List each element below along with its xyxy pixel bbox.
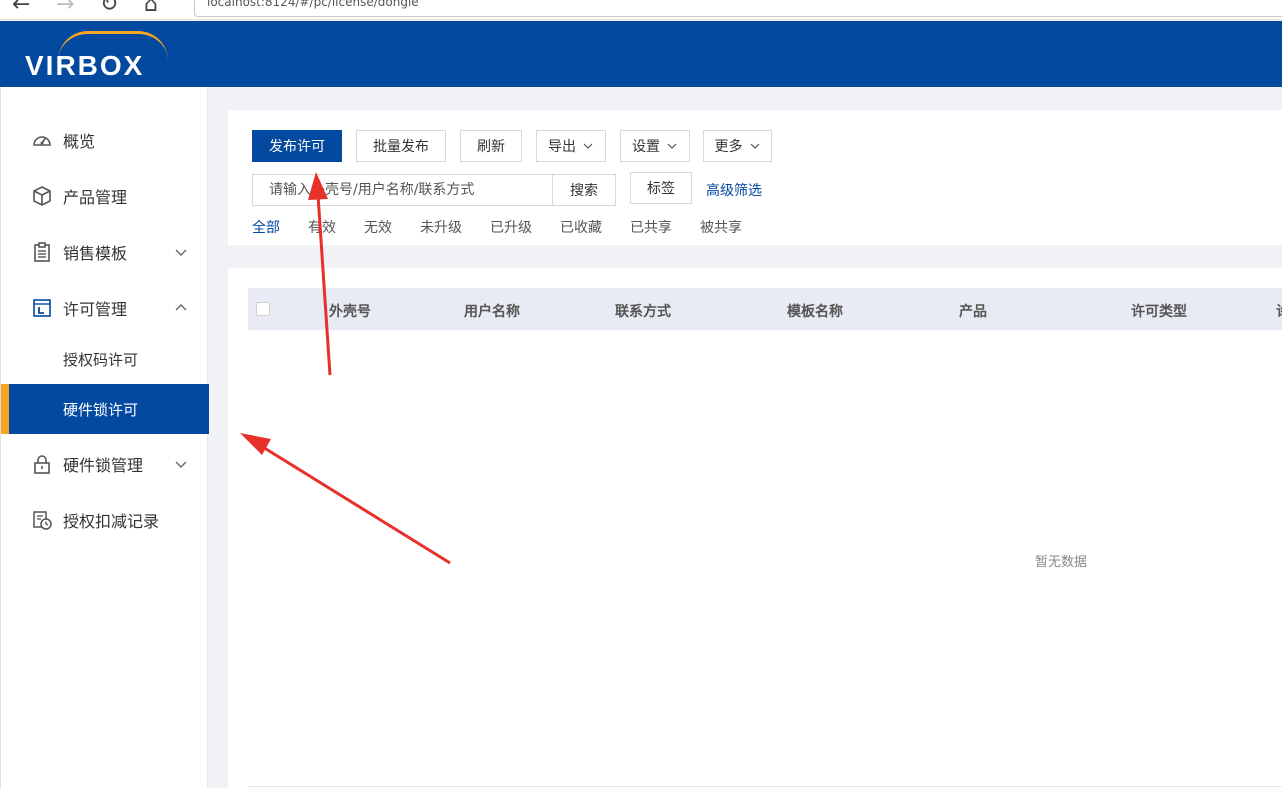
batch-publish-button[interactable]: 批量发布 [356, 130, 446, 162]
forward-arrow-icon[interactable]: → [56, 0, 74, 16]
dashboard-icon [33, 136, 51, 146]
settings-label: 设置 [632, 139, 660, 155]
filter-tab-valid[interactable]: 有效 [308, 217, 336, 237]
filter-tab-upgraded[interactable]: 已升级 [490, 217, 532, 237]
refresh-button[interactable]: 刷新 [460, 130, 522, 162]
home-icon[interactable]: ⌂ [144, 0, 158, 16]
column-header-shell-number[interactable]: 外壳号 [329, 301, 371, 321]
virbox-logo[interactable]: VIRBOX [25, 50, 144, 82]
empty-state-text: 暂无数据 [1035, 555, 1088, 570]
table-header: 外壳号 用户名称 联系方式 模板名称 产品 许可类型 许 [248, 288, 1282, 330]
license-icon [33, 299, 51, 317]
advanced-filter-link[interactable]: 高级筛选 [706, 180, 762, 200]
publish-license-button[interactable]: 发布许可 [252, 130, 342, 162]
chevron-down-icon [667, 143, 677, 149]
sidebar: 概览 产品管理 销售模板 许可管理 授权码许可 硬件锁许可 硬件锁管理 授权扣减… [0, 87, 209, 788]
sidebar-item-label: 销售模板 [63, 244, 128, 263]
column-header-truncated[interactable]: 许 [1276, 301, 1282, 321]
tag-button[interactable]: 标签 [630, 172, 692, 204]
sidebar-item-overview[interactable]: 概览 [1, 115, 209, 165]
chevron-down-icon [583, 143, 593, 149]
history-icon [33, 511, 52, 530]
sidebar-item-label: 许可管理 [63, 300, 128, 319]
filter-tab-invalid[interactable]: 无效 [364, 217, 392, 237]
app-header: VIRBOX [0, 21, 1282, 87]
sidebar-item-auth-code-license[interactable]: 授权码许可 [1, 334, 209, 384]
filter-tab-not-upgraded[interactable]: 未升级 [420, 217, 462, 237]
lock-icon [34, 455, 50, 474]
sidebar-item-label: 产品管理 [63, 188, 128, 207]
sidebar-item-label: 授权码许可 [63, 350, 139, 369]
sidebar-item-deduction-records[interactable]: 授权扣减记录 [1, 495, 209, 545]
sidebar-item-label: 概览 [63, 132, 96, 151]
clipboard-icon [34, 242, 50, 262]
table-bottom-border [248, 786, 1282, 787]
sidebar-item-label: 授权扣减记录 [63, 512, 160, 531]
sidebar-item-license-management[interactable]: 许可管理 [1, 283, 209, 333]
settings-dropdown[interactable]: 设置 [620, 130, 690, 162]
chevron-down-icon [750, 143, 759, 149]
back-arrow-icon[interactable]: ← [12, 0, 30, 16]
more-label: 更多 [714, 139, 743, 155]
search-input[interactable] [252, 174, 554, 206]
table-card: 外壳号 用户名称 联系方式 模板名称 产品 许可类型 许 暂无数据 [228, 268, 1282, 788]
column-header-contact[interactable]: 联系方式 [615, 301, 671, 321]
filter-tab-shared[interactable]: 已共享 [630, 217, 672, 237]
filter-tab-shared-with-me[interactable]: 被共享 [700, 217, 742, 237]
column-header-user-name[interactable]: 用户名称 [464, 301, 520, 321]
sidebar-item-products[interactable]: 产品管理 [1, 171, 209, 221]
sidebar-item-dongle-license[interactable]: 硬件锁许可 [1, 384, 209, 434]
sidebar-item-label: 硬件锁许可 [63, 400, 139, 419]
search-button[interactable]: 搜索 [552, 174, 616, 206]
column-header-license-type[interactable]: 许可类型 [1131, 301, 1187, 321]
box-icon [33, 186, 51, 206]
export-label: 导出 [548, 139, 576, 155]
select-all-checkbox[interactable] [256, 302, 270, 316]
filter-tab-all[interactable]: 全部 [252, 217, 280, 237]
active-indicator [1, 384, 9, 434]
export-dropdown[interactable]: 导出 [536, 130, 606, 162]
browser-toolbar: ← → ↻ ⌂ localhost:8124/#/pc/license/dong… [0, 0, 1282, 20]
column-header-template-name[interactable]: 模板名称 [787, 301, 843, 321]
address-bar-text: localhost:8124/#/pc/license/dongle [207, 0, 419, 9]
reload-icon[interactable]: ↻ [100, 0, 118, 16]
sidebar-item-label: 硬件锁管理 [63, 456, 144, 475]
more-dropdown[interactable]: 更多 [703, 130, 772, 162]
filter-tab-favorited[interactable]: 已收藏 [560, 217, 602, 237]
sidebar-item-dongle-management[interactable]: 硬件锁管理 [1, 439, 209, 489]
address-bar[interactable]: localhost:8124/#/pc/license/dongle [194, 0, 1282, 17]
column-header-product[interactable]: 产品 [959, 301, 987, 321]
sidebar-item-sales-templates[interactable]: 销售模板 [1, 227, 209, 277]
chevron-down-icon [175, 249, 187, 256]
toolbar-card: 发布许可 批量发布 刷新 导出 设置 更多 搜索 标签 高级筛选 全部 有效 无… [228, 110, 1282, 245]
chevron-up-icon [175, 304, 187, 311]
chevron-down-icon [175, 461, 187, 468]
